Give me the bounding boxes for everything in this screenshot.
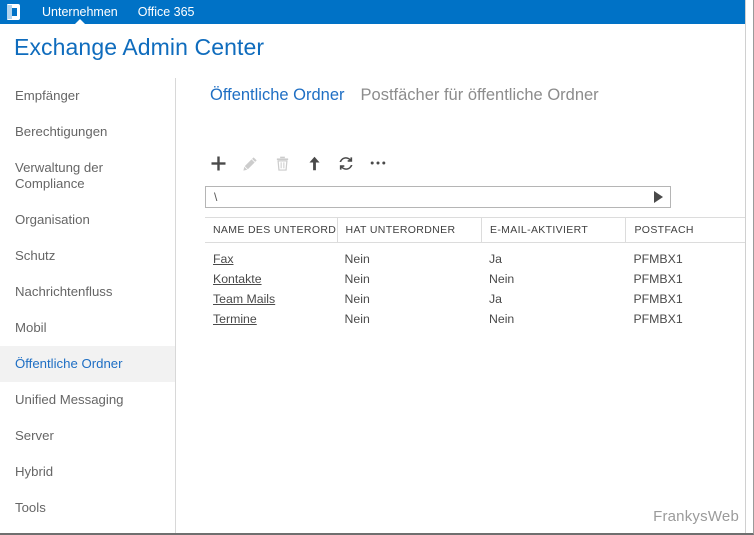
sidebar-item-hybrid[interactable]: Hybrid — [0, 454, 175, 490]
cell-mail-enabled: Ja — [488, 252, 502, 266]
folder-link[interactable]: Team Mails — [213, 292, 275, 306]
exchange-admin-center-window: Unternehmen Office 365 Exchange Admin Ce… — [0, 0, 754, 535]
cell-mail-enabled: Nein — [488, 312, 515, 326]
add-button[interactable] — [207, 152, 229, 174]
column-header-label: Postfach — [634, 224, 694, 236]
table-row[interactable]: Termine Nein Nein PFMBX1 — [205, 309, 745, 329]
folder-link[interactable]: Fax — [213, 252, 234, 266]
cell-folder-name[interactable]: Termine — [205, 309, 337, 329]
sidebar-item-tools[interactable]: Tools — [0, 490, 175, 526]
delete-button[interactable] — [271, 152, 293, 174]
cell-mailbox: PFMBX1 — [633, 312, 683, 326]
sidebar-item-oeffentliche-ordner[interactable]: Öffentliche Ordner — [0, 346, 175, 382]
table-body: Fax Nein Ja PFMBX1 Kontakte Nein Nein PF… — [205, 243, 745, 329]
cell-mail-enabled: Ja — [488, 292, 502, 306]
cell-has-subfolders: Nein — [344, 252, 370, 266]
main-content: Öffentliche Ordner Postfächer für öffent… — [177, 78, 745, 533]
cell-has-subfolders: Nein — [344, 312, 370, 326]
folder-link[interactable]: Kontakte — [213, 272, 262, 286]
refresh-button[interactable] — [335, 152, 357, 174]
office-logo-icon[interactable] — [6, 4, 22, 20]
column-header-name-des-unterordners[interactable]: Name des Unterordne… — [205, 217, 337, 243]
table-header-row: Name des Unterordne… Hat Unterordner E-M… — [205, 217, 745, 243]
table-row[interactable]: Kontakte Nein Nein PFMBX1 — [205, 269, 745, 289]
sidebar-item-nachrichtenfluss[interactable]: Nachrichtenfluss — [0, 274, 175, 310]
cell-mailbox: PFMBX1 — [633, 252, 683, 266]
column-header-postfach[interactable]: Postfach — [625, 217, 745, 243]
path-bar[interactable]: \ — [205, 186, 671, 208]
column-header-hat-unterordner[interactable]: Hat Unterordner — [336, 217, 481, 243]
public-folders-table: Name des Unterordne… Hat Unterordner E-M… — [205, 217, 745, 329]
cell-mailbox: PFMBX1 — [633, 272, 683, 286]
cell-has-subfolders: Nein — [344, 292, 370, 306]
cell-mail-enabled: Nein — [488, 272, 515, 286]
tab-postfaecher-fuer-oeffentliche-ordner[interactable]: Postfächer für öffentliche Ordner — [361, 86, 599, 105]
cell-folder-name[interactable]: Kontakte — [205, 269, 337, 289]
sidebar-item-server[interactable]: Server — [0, 418, 175, 454]
path-input[interactable]: \ — [206, 187, 646, 207]
column-header-label: Name des Unterordne… — [213, 224, 337, 236]
page-title: Exchange Admin Center — [14, 34, 265, 60]
suite-tab-office365[interactable]: Office 365 — [130, 0, 203, 24]
move-up-button[interactable] — [303, 152, 325, 174]
toolbar — [207, 152, 389, 174]
sidebar-item-verwaltung-der-compliance[interactable]: Verwaltung der Compliance — [0, 150, 175, 202]
column-header-label: E-Mail-aktiviert — [489, 224, 589, 236]
sidebar-item-organisation[interactable]: Organisation — [0, 202, 175, 238]
sidebar-item-mobil[interactable]: Mobil — [0, 310, 175, 346]
sidebar-item-unified-messaging[interactable]: Unified Messaging — [0, 382, 175, 418]
edit-button[interactable] — [239, 152, 261, 174]
sidebar: Empfänger Berechtigungen Verwaltung der … — [0, 78, 176, 533]
suite-tab-label: Office 365 — [137, 5, 195, 19]
cell-has-subfolders: Nein — [344, 272, 370, 286]
sidebar-item-schutz[interactable]: Schutz — [0, 238, 175, 274]
sidebar-item-berechtigungen[interactable]: Berechtigungen — [0, 114, 175, 150]
content-tabs: Öffentliche Ordner Postfächer für öffent… — [210, 86, 599, 105]
folder-link[interactable]: Termine — [213, 312, 257, 326]
suite-tab-unternehmen[interactable]: Unternehmen — [34, 0, 126, 24]
table-row[interactable]: Fax Nein Ja PFMBX1 — [205, 249, 745, 269]
cell-folder-name[interactable]: Team Mails — [205, 289, 337, 309]
cell-folder-name[interactable]: Fax — [205, 249, 337, 269]
tab-oeffentliche-ordner[interactable]: Öffentliche Ordner — [210, 86, 345, 105]
suite-tab-label: Unternehmen — [42, 5, 118, 19]
window-right-gutter — [746, 0, 753, 533]
cell-mailbox: PFMBX1 — [633, 292, 683, 306]
more-button[interactable] — [367, 152, 389, 174]
suite-bar: Unternehmen Office 365 — [0, 0, 753, 24]
window-right-edge — [745, 0, 746, 533]
column-header-label: Hat Unterordner — [345, 224, 456, 236]
column-header-e-mail-aktiviert[interactable]: E-Mail-aktiviert — [480, 217, 625, 243]
sidebar-item-empfaenger[interactable]: Empfänger — [0, 78, 175, 114]
table-row[interactable]: Team Mails Nein Ja PFMBX1 — [205, 289, 745, 309]
play-triangle-icon[interactable] — [646, 187, 670, 207]
watermark: FrankysWeb — [653, 508, 739, 525]
